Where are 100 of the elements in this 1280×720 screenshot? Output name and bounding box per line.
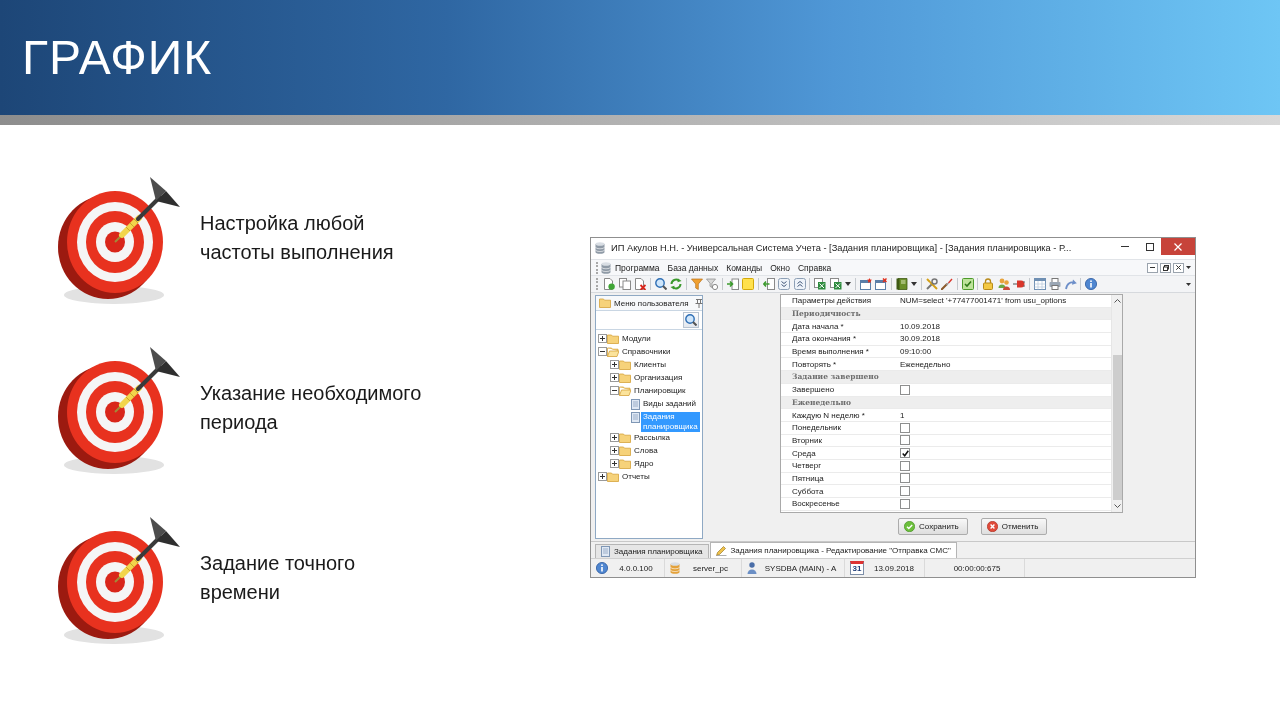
value-field[interactable]: 30.09.2018 xyxy=(900,334,941,344)
tools-icon[interactable] xyxy=(925,278,938,290)
field-label: Повторять * xyxy=(791,359,838,369)
pin-icon[interactable] xyxy=(694,298,703,308)
expand-toggle-icon[interactable] xyxy=(610,433,619,442)
tree-item[interactable]: Слова xyxy=(632,446,660,456)
spreadsheet-icon[interactable] xyxy=(829,278,842,290)
checkbox[interactable] xyxy=(900,473,910,484)
tree-item[interactable]: Модули xyxy=(620,333,653,344)
restore-button[interactable] xyxy=(1160,262,1171,273)
caret-icon[interactable] xyxy=(845,282,851,286)
value-field[interactable]: 09:10:00 xyxy=(900,347,932,357)
grip-handle[interactable] xyxy=(596,261,599,274)
caret-icon[interactable] xyxy=(1186,266,1191,269)
document-delete-icon[interactable] xyxy=(634,278,646,290)
tree-item[interactable]: Клиенты xyxy=(632,359,669,370)
caret-icon[interactable] xyxy=(911,282,917,286)
value-field[interactable]: Еженедельно xyxy=(900,359,951,369)
folder-icon xyxy=(619,459,631,469)
chevrons-up-icon[interactable] xyxy=(793,278,806,290)
menu-item[interactable]: Окно xyxy=(770,262,790,273)
status-text: SYSDBA (MAIN) - A xyxy=(763,563,838,573)
tree-item[interactable]: Справочники xyxy=(620,346,673,357)
lock-icon[interactable] xyxy=(982,278,994,290)
checkbox[interactable] xyxy=(900,435,910,446)
window-title: ИП Акулов Н.Н. - Универсальная Система Учета - [Задания планировщика] - [Задания планировщика - Р... xyxy=(611,242,1073,255)
scrollbar-thumb[interactable] xyxy=(1112,355,1122,500)
refresh-icon[interactable] xyxy=(670,278,682,290)
checkbox[interactable] xyxy=(900,384,910,395)
chevrons-down-icon[interactable] xyxy=(778,278,790,290)
caret-icon[interactable] xyxy=(1186,282,1191,286)
book-icon[interactable] xyxy=(895,278,908,290)
filter-icon[interactable] xyxy=(690,278,703,290)
cancel-button[interactable]: Отменить xyxy=(980,518,1048,535)
printer-icon[interactable] xyxy=(1049,278,1061,290)
collapse-toggle-icon[interactable] xyxy=(598,346,607,356)
checkmark-square-icon[interactable] xyxy=(961,278,974,290)
spreadsheet-icon[interactable] xyxy=(814,278,826,290)
scroll-down-icon[interactable] xyxy=(1113,504,1121,508)
folder-icon xyxy=(599,298,611,308)
status-text: 00:00:00:675 xyxy=(952,563,1002,573)
save-button[interactable]: Сохранить xyxy=(898,518,968,535)
expand-toggle-icon[interactable] xyxy=(610,372,619,382)
checkmark-icon xyxy=(901,449,909,457)
menu-item[interactable]: База данных xyxy=(667,262,719,273)
plug-icon[interactable] xyxy=(1013,278,1025,290)
expand-toggle-icon[interactable] xyxy=(610,359,619,369)
field-label: Каждую N неделю * xyxy=(791,410,866,420)
tree-item[interactable]: Рассылка xyxy=(632,433,673,443)
redo-arrow-icon[interactable] xyxy=(1064,278,1077,290)
slide-title: ГРАФИК xyxy=(22,33,213,82)
tab[interactable]: Задания планировщика - Редактирование "Отправка СМС" xyxy=(709,542,957,558)
value-field[interactable]: 10.09.2018 xyxy=(900,321,941,331)
tree-item[interactable]: Организация xyxy=(632,372,685,383)
field-label: Время выполнения * xyxy=(791,347,870,357)
table-icon[interactable] xyxy=(1033,278,1046,290)
expand-toggle-icon[interactable] xyxy=(598,472,607,481)
checkbox[interactable] xyxy=(900,448,910,459)
grip-handle[interactable] xyxy=(596,278,599,290)
value-field[interactable]: 1 xyxy=(900,410,905,420)
checkbox[interactable] xyxy=(900,422,910,433)
expand-toggle-icon[interactable] xyxy=(598,333,607,343)
checkbox[interactable] xyxy=(900,460,910,471)
tree-item[interactable]: Отчеты xyxy=(620,472,652,482)
arrow-left-document-icon[interactable] xyxy=(762,278,775,290)
tree-item[interactable]: Планировщик xyxy=(632,385,688,396)
menu-item[interactable]: Справка xyxy=(797,262,832,273)
field-label: Дата окончания * xyxy=(791,334,857,344)
value-field[interactable]: NUM=select '+77477001471' from usu_options xyxy=(900,296,1067,306)
maximize-icon xyxy=(1145,242,1154,251)
expand-toggle-icon[interactable] xyxy=(610,446,619,455)
search-button[interactable] xyxy=(683,312,699,328)
field-label: Суббота xyxy=(791,486,825,496)
search-icon[interactable] xyxy=(654,278,667,290)
filter-clear-icon[interactable] xyxy=(706,278,718,290)
folder-open-icon xyxy=(607,346,619,357)
restore-icon xyxy=(1162,264,1169,271)
scrollbar[interactable] xyxy=(1111,295,1122,512)
tree-item[interactable]: Виды заданий xyxy=(641,398,699,409)
folder-icon xyxy=(619,433,631,443)
copy-icon[interactable] xyxy=(618,278,631,290)
tab[interactable]: Задания планировщика xyxy=(595,544,709,558)
scroll-up-icon[interactable] xyxy=(1113,299,1121,303)
menu-item[interactable]: Программа xyxy=(615,262,660,273)
document-add-icon[interactable] xyxy=(603,278,615,290)
collapse-toggle-icon[interactable] xyxy=(610,385,619,395)
status-text: server_pc xyxy=(691,563,730,573)
close-button[interactable] xyxy=(1173,262,1184,273)
tree-item[interactable]: Ядро xyxy=(632,459,656,469)
brush-icon[interactable] xyxy=(941,278,953,290)
minimize-button[interactable] xyxy=(1147,262,1158,273)
status-text: 13.09.2018 xyxy=(872,563,915,573)
users-icon[interactable] xyxy=(997,278,1010,290)
expand-toggle-icon[interactable] xyxy=(610,459,619,468)
window-close-icon[interactable] xyxy=(875,278,887,290)
insert-arrow-icon[interactable] xyxy=(726,278,739,290)
checkbox[interactable] xyxy=(900,498,910,509)
menu-item[interactable]: Команды xyxy=(726,262,763,273)
checkbox[interactable] xyxy=(900,486,910,497)
info-icon[interactable] xyxy=(1085,278,1097,290)
